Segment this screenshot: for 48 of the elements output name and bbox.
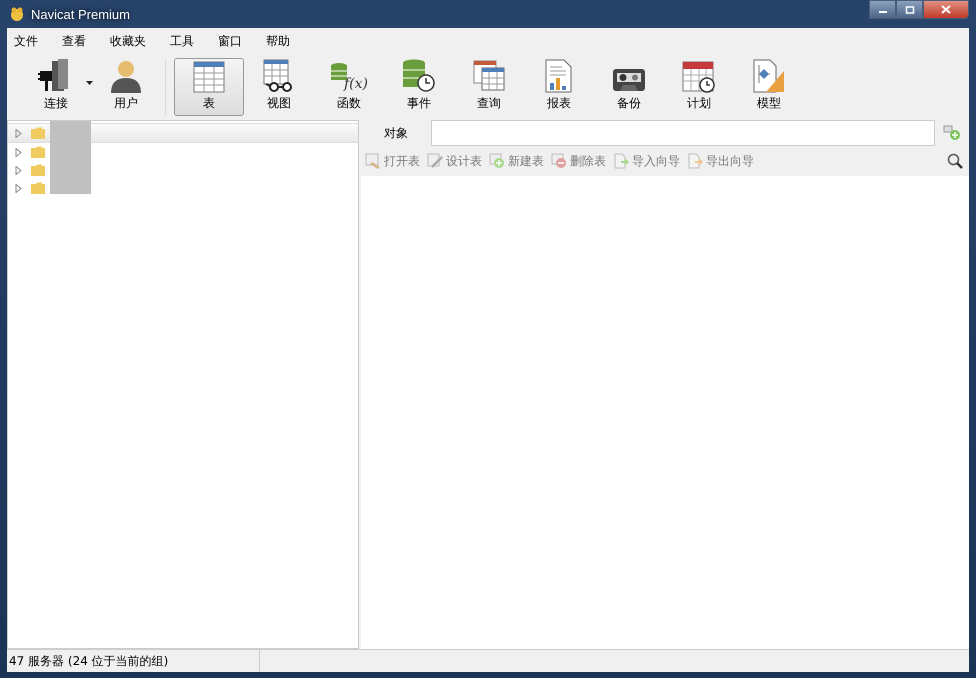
cassette-icon <box>612 67 646 93</box>
toolbar-button[interactable]: 查询 <box>454 58 524 116</box>
toolbar-button[interactable]: 事件 <box>384 58 454 116</box>
menu-item[interactable]: 查看 <box>62 32 98 50</box>
toolbar-button[interactable]: 视图 <box>244 58 314 116</box>
window-title: Navicat Premium <box>31 6 130 22</box>
toolbar-button[interactable]: 模型 <box>734 58 804 116</box>
toolbar-button[interactable]: 用户 <box>91 58 161 116</box>
folder-icon <box>30 182 46 194</box>
maximize-icon <box>904 6 914 14</box>
folder-icon <box>30 146 46 158</box>
menu-item[interactable]: 窗口 <box>218 32 254 50</box>
maximize-button[interactable] <box>896 0 923 19</box>
menu-item[interactable]: 帮助 <box>266 32 302 50</box>
app-logo-icon <box>9 6 25 22</box>
table-icon <box>365 153 381 169</box>
menu-item[interactable]: 文件 <box>14 32 50 50</box>
status-text: 47 服务器 (24 位于当前的组) <box>7 650 260 672</box>
calendar-clock-icon <box>682 59 716 93</box>
export-arrow-icon <box>687 153 703 169</box>
toolbar-button[interactable]: f(x) 函数 <box>314 58 384 116</box>
table-icon <box>193 61 225 93</box>
search-icon[interactable] <box>947 153 963 169</box>
pencil-table-icon <box>427 153 443 169</box>
diagram-document-icon <box>752 59 786 93</box>
tables-icon <box>472 59 506 93</box>
delete-table-icon <box>551 153 567 169</box>
object-tab[interactable]: 对象 <box>361 120 431 146</box>
add-tab-icon[interactable] <box>943 125 961 141</box>
import-arrow-icon <box>613 153 629 169</box>
close-button[interactable] <box>923 0 969 19</box>
add-table-icon <box>489 153 505 169</box>
menu-item[interactable]: 收藏夹 <box>110 32 158 50</box>
user-icon <box>109 59 143 93</box>
menu-item[interactable]: 工具 <box>170 32 206 50</box>
toolbar-button[interactable]: 表 <box>174 58 244 116</box>
toolbar-button[interactable]: 计划 <box>664 58 734 116</box>
report-chart-icon <box>544 59 574 93</box>
function-glyph: f(x) <box>344 75 368 93</box>
close-icon <box>941 5 951 14</box>
toolbar-button[interactable]: 备份 <box>594 58 664 116</box>
expand-arrow-icon[interactable] <box>15 128 22 138</box>
database-clock-icon <box>402 59 436 93</box>
folder-icon <box>30 164 46 176</box>
toolbar-button[interactable]: 报表 <box>524 58 594 116</box>
toolbar-button[interactable]: 连接 <box>21 58 91 116</box>
minimize-button[interactable] <box>869 0 896 19</box>
folder-icon <box>30 126 46 140</box>
